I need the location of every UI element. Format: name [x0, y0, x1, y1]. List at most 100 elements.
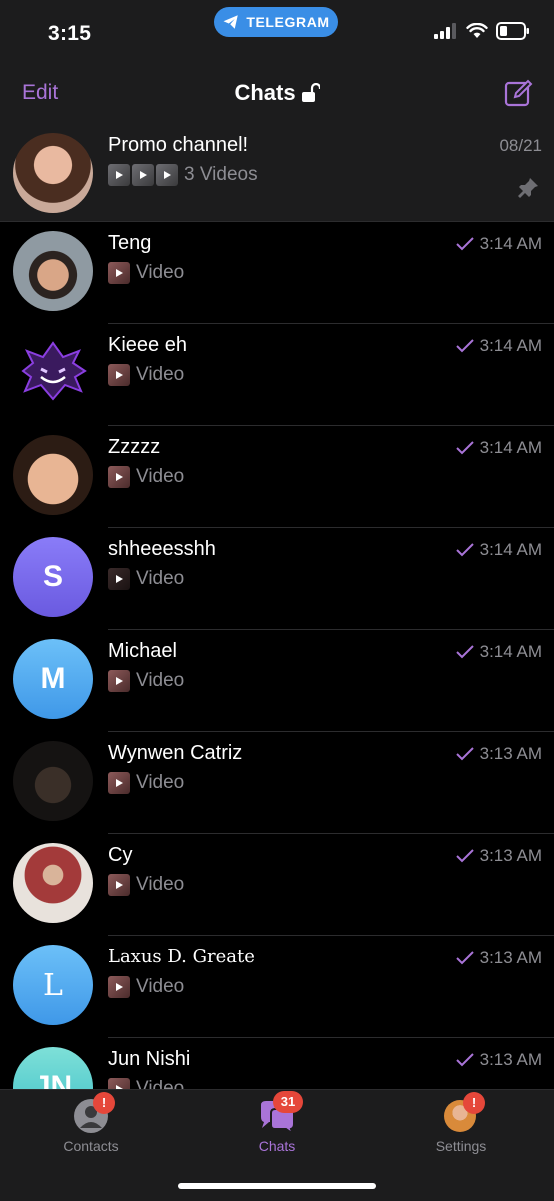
pin-icon — [518, 178, 538, 198]
read-check-icon — [455, 339, 474, 353]
chat-preview: Video — [108, 568, 184, 590]
chat-preview-text: Video — [136, 262, 185, 283]
home-indicator[interactable] — [178, 1183, 376, 1189]
avatar — [13, 843, 93, 923]
chat-time: 3:14 AM — [479, 540, 542, 559]
tab-chats[interactable]: 31 Chats — [217, 1091, 337, 1154]
play-icon — [156, 164, 178, 186]
chat-row[interactable]: L Laxus D. Greate Video 3:13 AM — [0, 936, 554, 1038]
chat-preview-text: Video — [136, 976, 185, 997]
chat-preview: Video — [108, 874, 184, 896]
chat-preview-text: Video — [136, 874, 185, 895]
chat-preview-text: Video — [136, 670, 185, 691]
chat-row[interactable]: Wynwen Catriz Video 3:13 AM — [0, 732, 554, 834]
chat-row[interactable]: Teng Video 3:14 AM — [0, 222, 554, 324]
read-check-icon — [455, 543, 474, 557]
avatar-initials: M — [13, 639, 93, 719]
chat-row[interactable]: M Michael Video 3:14 AM — [0, 630, 554, 732]
tab-settings[interactable]: ! Settings — [401, 1092, 521, 1154]
chat-preview-text: Video — [136, 364, 185, 385]
settings-tab-icon-wrap: ! — [441, 1092, 485, 1134]
read-check-icon — [455, 237, 474, 251]
video-thumbnail-play-icon — [108, 568, 130, 590]
page-title-container: Chats — [0, 80, 554, 106]
read-check-icon — [455, 1053, 474, 1067]
chat-preview: 3 Videos — [108, 164, 258, 186]
chat-preview: Video — [108, 670, 184, 692]
chat-time: 3:14 AM — [479, 234, 542, 253]
chat-meta: 08/21 — [499, 136, 542, 156]
chat-name: Wynwen Catriz — [108, 742, 243, 764]
chat-preview-text: 3 Videos — [184, 164, 258, 185]
tab-label: Settings — [435, 1138, 487, 1154]
unlocked-padlock-icon[interactable] — [301, 83, 320, 103]
telegram-return-pill[interactable]: TELEGRAM — [214, 7, 338, 37]
chat-row[interactable]: JN Jun Nishi Video 3:13 AM — [0, 1038, 554, 1089]
battery-icon — [496, 22, 529, 40]
video-thumbnail-play-icon — [108, 976, 130, 998]
chat-name: Kieee eh — [108, 334, 187, 356]
chat-time: 3:13 AM — [479, 846, 542, 865]
video-thumbnails — [108, 164, 178, 186]
chat-meta: 3:13 AM — [455, 1050, 542, 1070]
settings-badge: ! — [463, 1092, 485, 1114]
chat-preview: Video — [108, 466, 184, 488]
contacts-tab-icon-wrap: ! — [71, 1092, 115, 1134]
chat-time: 3:14 AM — [479, 438, 542, 457]
tab-contacts[interactable]: ! Contacts — [31, 1092, 151, 1154]
video-thumbnail-play-icon — [108, 262, 130, 284]
avatar — [13, 133, 93, 213]
chat-name: Michael — [108, 640, 177, 662]
chat-row[interactable]: Kieee eh Video 3:14 AM — [0, 324, 554, 426]
chat-meta: 3:13 AM — [455, 948, 542, 968]
tab-label: Contacts — [63, 1138, 119, 1154]
video-thumbnail-play-icon — [108, 772, 130, 794]
chat-meta: 3:14 AM — [455, 336, 542, 356]
chat-time: 3:14 AM — [479, 642, 542, 661]
chat-name: Teng — [108, 232, 152, 254]
avatar-initials: S — [13, 537, 93, 617]
chat-time: 3:13 AM — [479, 948, 542, 967]
avatar-initials: JN — [13, 1047, 93, 1089]
video-thumbnail-play-icon — [108, 1078, 130, 1089]
chat-list[interactable]: Promo channel! 3 Videos 08/21 Teng Video… — [0, 124, 554, 1089]
video-thumbnail-play-icon — [108, 466, 130, 488]
chat-time: 3:13 AM — [479, 744, 542, 763]
chat-date: 08/21 — [499, 136, 542, 155]
chat-time: 3:14 AM — [479, 336, 542, 355]
play-icon — [132, 164, 154, 186]
chat-row[interactable]: Cy Video 3:13 AM — [0, 834, 554, 936]
page-title: Chats — [234, 80, 296, 105]
chat-preview-text: Video — [136, 568, 185, 589]
chat-preview: Video — [108, 772, 184, 794]
read-check-icon — [455, 951, 474, 965]
compose-icon[interactable] — [504, 78, 534, 108]
signal-icon — [434, 23, 456, 39]
play-icon — [108, 164, 130, 186]
chat-preview: Video — [108, 1078, 184, 1089]
chat-meta: 3:14 AM — [455, 438, 542, 458]
avatar — [13, 333, 93, 413]
navigation-bar: Edit Chats — [0, 64, 554, 125]
status-time: 3:15 — [48, 22, 92, 45]
video-thumbnail-play-icon — [108, 670, 130, 692]
chat-preview-text: Video — [136, 1078, 185, 1089]
chat-preview: Video — [108, 262, 184, 284]
contacts-badge: ! — [93, 1092, 115, 1114]
chat-preview-text: Video — [136, 466, 185, 487]
chat-row[interactable]: Zzzzz Video 3:14 AM — [0, 426, 554, 528]
chat-row[interactable]: S shheeesshh Video 3:14 AM — [0, 528, 554, 630]
avatar — [13, 231, 93, 311]
chat-preview-text: Video — [136, 772, 185, 793]
chat-row-pinned[interactable]: Promo channel! 3 Videos 08/21 — [0, 124, 554, 222]
chat-name: shheeesshh — [108, 538, 216, 560]
chat-meta: 3:13 AM — [455, 744, 542, 764]
chats-tab-icon-wrap: 31 — [257, 1091, 303, 1135]
wifi-icon — [466, 23, 488, 38]
read-check-icon — [455, 849, 474, 863]
chat-name: Promo channel! — [108, 134, 249, 156]
chats-unread-badge: 31 — [273, 1091, 303, 1113]
read-check-icon — [455, 645, 474, 659]
chat-meta: 3:14 AM — [455, 540, 542, 560]
telegram-banner-label: TELEGRAM — [246, 14, 330, 30]
